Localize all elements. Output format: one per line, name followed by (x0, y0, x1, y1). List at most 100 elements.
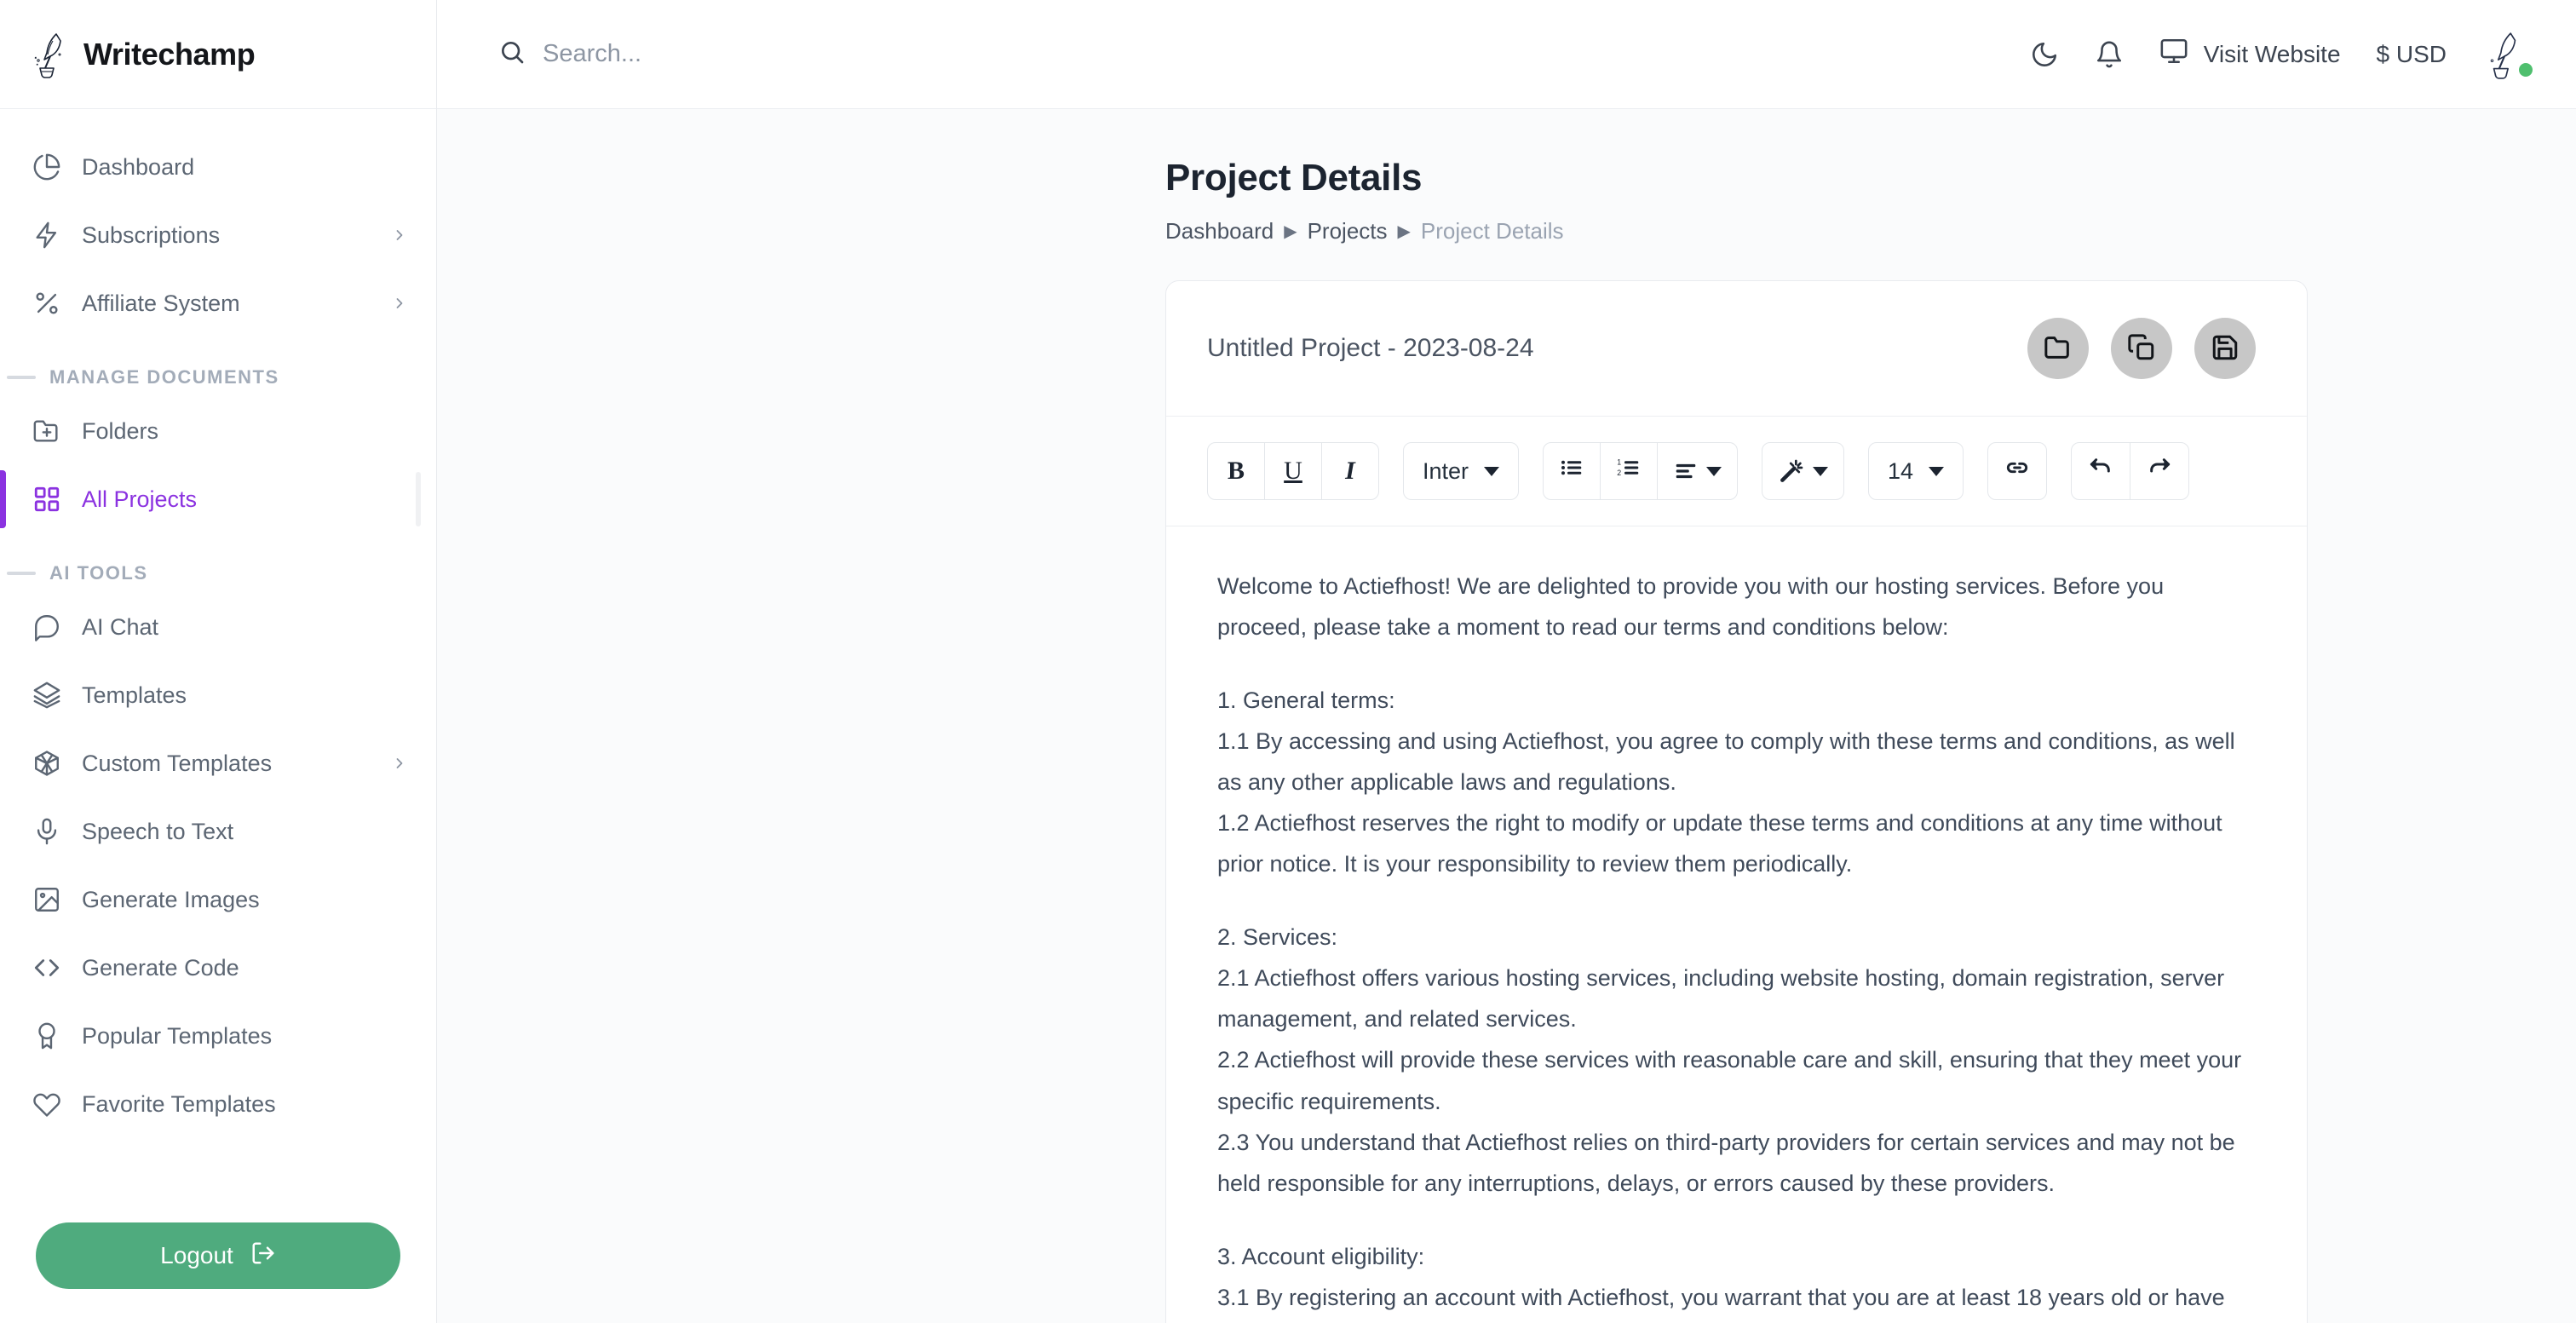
chevron-down-icon (1484, 466, 1500, 476)
history-group (2071, 442, 2190, 500)
top-bar-actions: Visit Website $ USD (2030, 30, 2535, 79)
document-paragraph: 1. General terms: (1217, 687, 1395, 714)
text-align-button[interactable] (1657, 442, 1739, 500)
chevron-right-icon[interactable] (390, 294, 409, 313)
project-name: Untitled Project - 2023-08-24 (1207, 334, 1534, 362)
project-card-header: Untitled Project - 2023-08-24 (1166, 281, 2307, 416)
content-scroll-area: Project Details Dashboard ▶ Projects ▶ P… (437, 109, 2576, 1323)
document-paragraph: 2.3 You understand that Actiefhost relie… (1217, 1129, 2235, 1196)
content-inner: Project Details Dashboard ▶ Projects ▶ P… (437, 157, 2576, 1323)
folder-plus-icon (31, 415, 63, 447)
bold-button[interactable]: B (1207, 442, 1265, 500)
breadcrumb-item-projects[interactable]: Projects (1308, 218, 1388, 244)
quill-inkwell-icon (31, 31, 70, 78)
bullet-list-button[interactable] (1543, 442, 1601, 500)
sidebar-item-generate-code[interactable]: Generate Code (0, 934, 436, 1002)
brand-header[interactable]: Writechamp (0, 0, 436, 109)
italic-button[interactable]: I (1321, 442, 1379, 500)
search-box[interactable] (498, 38, 986, 70)
sidebar-nav: Dashboard Subscriptions Affiliate System… (0, 109, 436, 1200)
document-spacer (1217, 647, 2256, 680)
image-icon (31, 883, 63, 916)
insert-link-button[interactable] (1987, 442, 2048, 500)
sidebar-item-label: Subscriptions (82, 221, 221, 248)
pie-chart-icon (31, 151, 63, 183)
section-title: AI TOOLS (49, 562, 148, 584)
logout-button-label: Logout (160, 1242, 233, 1268)
sidebar: Writechamp Dashboard Subscriptions Affil… (0, 0, 437, 1323)
section-header-manage-documents: MANAGE DOCUMENTS (0, 366, 436, 388)
copy-button[interactable] (2111, 318, 2172, 379)
sidebar-item-label: AI Chat (82, 613, 159, 640)
document-spacer (1217, 1204, 2256, 1236)
sidebar-item-label: Generate Images (82, 886, 260, 912)
breadcrumb-item-current: Project Details (1420, 218, 1564, 244)
grid-icon (31, 483, 63, 515)
breadcrumb-separator-icon: ▶ (1397, 222, 1411, 241)
font-size-value: 14 (1888, 457, 1914, 484)
sidebar-item-ai-chat[interactable]: AI Chat (0, 593, 436, 661)
editor-toolbar: B U I Inter 1 2 14 (1166, 416, 2307, 526)
sidebar-item-templates[interactable]: Templates (0, 661, 436, 729)
sidebar-item-label: Custom Templates (82, 750, 273, 776)
sidebar-item-label: Templates (82, 682, 187, 708)
document-editor[interactable]: Welcome to Actiefhost! We are delighted … (1166, 526, 2307, 1323)
sidebar-item-favorite-templates[interactable]: Favorite Templates (0, 1070, 436, 1138)
font-size-select[interactable]: 14 (1868, 442, 1964, 500)
sidebar-item-dashboard[interactable]: Dashboard (0, 133, 436, 201)
underline-button[interactable]: U (1264, 442, 1322, 500)
section-divider (7, 376, 36, 379)
document-spacer (1217, 884, 2256, 917)
project-card-actions (2027, 318, 2256, 379)
ai-magic-button[interactable] (1762, 442, 1845, 500)
breadcrumb: Dashboard ▶ Projects ▶ Project Details (1165, 218, 2308, 244)
breadcrumb-separator-icon: ▶ (1284, 222, 1297, 241)
layers-icon (31, 679, 63, 711)
numbered-list-icon: 1 2 (1616, 455, 1642, 487)
search-input[interactable] (543, 40, 986, 68)
sidebar-item-subscriptions[interactable]: Subscriptions (0, 201, 436, 269)
moon-icon[interactable] (2030, 40, 2059, 69)
sidebar-item-affiliate-system[interactable]: Affiliate System (0, 269, 436, 337)
sidebar-item-label: Favorite Templates (82, 1090, 276, 1117)
sidebar-item-speech-to-text[interactable]: Speech to Text (0, 797, 436, 866)
code-brackets-icon (31, 952, 63, 984)
list-align-group: 1 2 (1543, 442, 1739, 500)
sidebar-item-folders[interactable]: Folders (0, 397, 436, 465)
save-button[interactable] (2194, 318, 2256, 379)
folder-button[interactable] (2027, 318, 2089, 379)
breadcrumb-item-dashboard[interactable]: Dashboard (1165, 218, 1274, 244)
sidebar-item-generate-images[interactable]: Generate Images (0, 866, 436, 934)
app-root: Writechamp Dashboard Subscriptions Affil… (0, 0, 2576, 1323)
logout-button[interactable]: Logout (36, 1222, 400, 1289)
document-paragraph: 1.1 By accessing and using Actiefhost, y… (1217, 728, 2235, 796)
search-icon (498, 38, 526, 70)
avatar[interactable] (2482, 30, 2535, 79)
numbered-list-button[interactable]: 1 2 (1600, 442, 1659, 500)
redo-icon (2146, 454, 2173, 488)
document-paragraph: 1.2 Actiefhost reserves the right to mod… (1217, 810, 2222, 877)
chevron-right-icon[interactable] (390, 226, 409, 244)
monitor-icon (2159, 37, 2188, 72)
font-family-select[interactable]: Inter (1403, 442, 1520, 500)
visit-website-button[interactable]: Visit Website (2159, 37, 2341, 72)
sidebar-item-all-projects[interactable]: All Projects (0, 465, 436, 533)
microphone-icon (31, 815, 63, 848)
status-badge (2516, 60, 2535, 79)
sidebar-item-label: Dashboard (82, 153, 195, 180)
sidebar-item-popular-templates[interactable]: Popular Templates (0, 1002, 436, 1070)
svg-text:1: 1 (1617, 457, 1621, 466)
sidebar-item-label: Speech to Text (82, 818, 234, 844)
chevron-right-icon[interactable] (390, 754, 409, 773)
top-bar: Visit Website $ USD (437, 0, 2576, 109)
lightning-bolt-icon (31, 219, 63, 251)
redo-button[interactable] (2130, 442, 2190, 500)
sidebar-item-label: Generate Code (82, 954, 239, 981)
bell-icon[interactable] (2095, 40, 2124, 69)
font-family-value: Inter (1423, 457, 1469, 484)
sidebar-item-custom-templates[interactable]: Custom Templates (0, 729, 436, 797)
document-paragraph: 3.1 By registering an account with Actie… (1217, 1284, 2225, 1310)
link-icon (2004, 454, 2031, 488)
undo-button[interactable] (2071, 442, 2131, 500)
currency-selector[interactable]: $ USD (2377, 41, 2447, 68)
